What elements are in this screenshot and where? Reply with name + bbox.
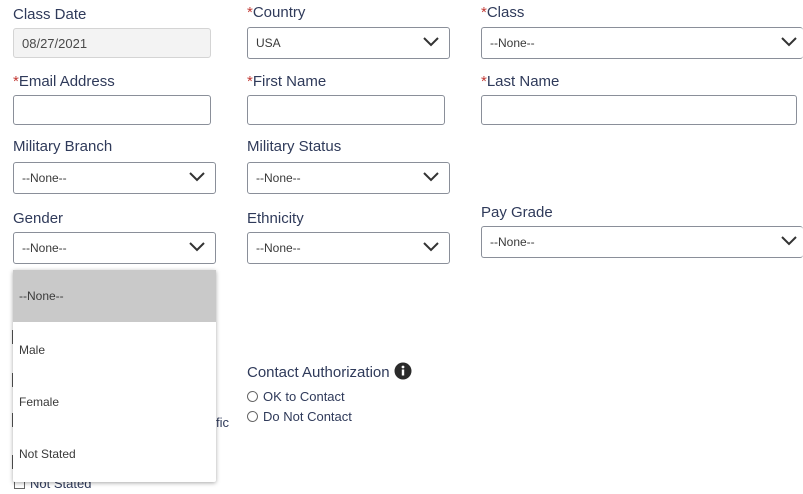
last-name-input[interactable] bbox=[481, 95, 797, 125]
military-branch-value: --None-- bbox=[22, 171, 67, 185]
first-name-label: *First Name bbox=[247, 73, 327, 90]
do-not-contact-label: Do Not Contact bbox=[263, 409, 352, 424]
military-status-select[interactable]: --None-- bbox=[247, 162, 450, 194]
military-branch-label: Military Branch bbox=[13, 138, 113, 155]
contact-authorization-label: Contact Authorization bbox=[247, 362, 412, 381]
military-status-value: --None-- bbox=[256, 171, 301, 185]
last-name-label: *Last Name bbox=[481, 73, 560, 90]
ok-to-contact-radio[interactable]: OK to Contact bbox=[247, 389, 345, 404]
chevron-down-icon bbox=[189, 242, 205, 252]
radio-circle[interactable] bbox=[247, 411, 258, 422]
gender-value: --None-- bbox=[22, 241, 67, 255]
gender-option-female[interactable]: Female bbox=[13, 376, 216, 428]
info-icon[interactable] bbox=[394, 362, 412, 380]
ethnicity-select[interactable]: --None-- bbox=[247, 232, 450, 264]
email-label: *Email Address bbox=[13, 73, 115, 90]
email-input[interactable] bbox=[13, 95, 211, 125]
radio-circle[interactable] bbox=[247, 391, 258, 402]
class-value: --None-- bbox=[490, 36, 535, 50]
do-not-contact-radio[interactable]: Do Not Contact bbox=[247, 409, 352, 424]
chevron-down-icon bbox=[423, 37, 439, 47]
chevron-down-icon bbox=[423, 172, 439, 182]
class-label: *Class bbox=[481, 4, 525, 21]
chevron-down-icon bbox=[781, 37, 797, 47]
country-select[interactable]: USA bbox=[247, 27, 450, 59]
gender-option-not-stated[interactable]: Not Stated bbox=[13, 428, 216, 480]
gender-dropdown-list: --None-- Male Female Not Stated bbox=[13, 270, 216, 482]
military-status-label: Military Status bbox=[247, 138, 342, 155]
chevron-down-icon bbox=[781, 236, 797, 246]
class-date-field: 08/27/2021 bbox=[13, 28, 211, 58]
pay-grade-value: --None-- bbox=[490, 235, 535, 249]
partial-label-text: fic bbox=[216, 415, 229, 430]
country-value: USA bbox=[256, 36, 281, 50]
chevron-down-icon bbox=[423, 242, 439, 252]
pay-grade-select[interactable]: --None-- bbox=[481, 226, 803, 258]
ok-to-contact-label: OK to Contact bbox=[263, 389, 345, 404]
military-branch-select[interactable]: --None-- bbox=[13, 162, 216, 194]
gender-option-none[interactable]: --None-- bbox=[13, 270, 216, 322]
gender-option-male[interactable]: Male bbox=[13, 324, 216, 376]
first-name-input[interactable] bbox=[247, 95, 445, 125]
country-label: *Country bbox=[247, 4, 306, 21]
chevron-down-icon bbox=[189, 172, 205, 182]
gender-label: Gender bbox=[13, 210, 64, 227]
class-date-label: Class Date bbox=[13, 6, 87, 23]
pay-grade-label: Pay Grade bbox=[481, 204, 553, 221]
ethnicity-label: Ethnicity bbox=[247, 210, 304, 227]
gender-select[interactable]: --None-- bbox=[13, 232, 216, 264]
ethnicity-value: --None-- bbox=[256, 241, 301, 255]
class-select[interactable]: --None-- bbox=[481, 27, 803, 59]
